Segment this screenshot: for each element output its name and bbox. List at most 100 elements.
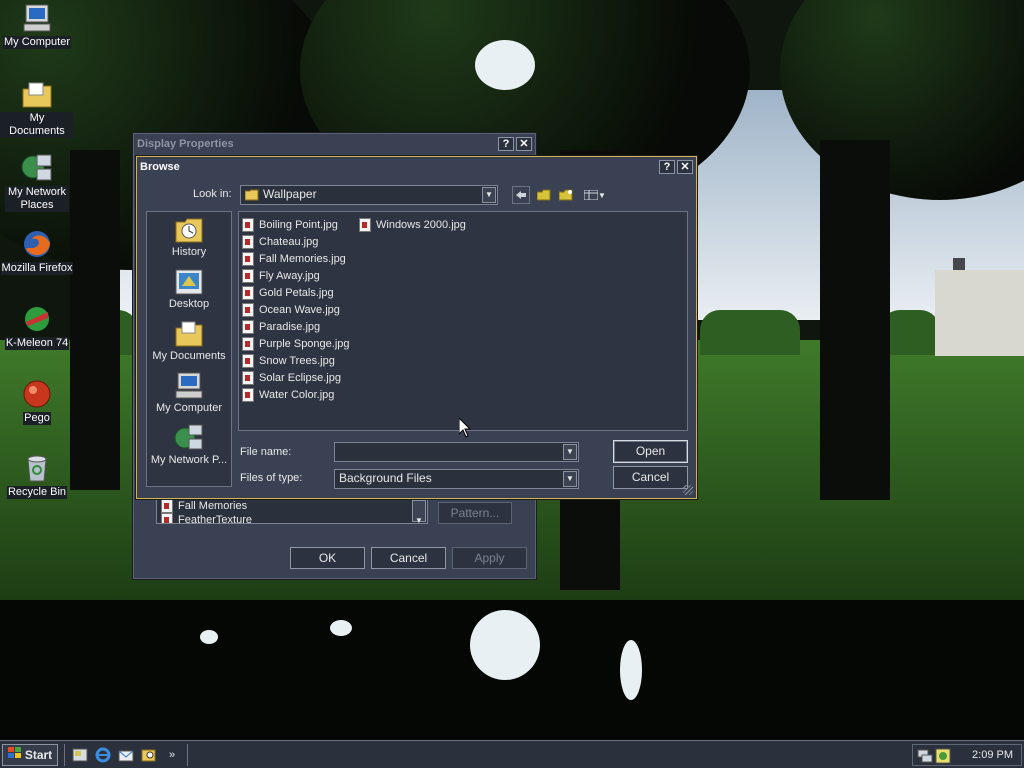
window-title: Display Properties	[137, 137, 234, 150]
image-file-icon	[242, 285, 254, 300]
place-my-network[interactable]: My Network P...	[147, 420, 231, 472]
wallpaper-tile-bottom	[0, 600, 1024, 740]
file-item[interactable]: Water Color.jpg	[242, 386, 334, 403]
desktop-icon-my-documents[interactable]: My Documents	[0, 78, 74, 138]
history-icon	[174, 216, 204, 244]
tray-app-icon[interactable]	[935, 748, 951, 767]
file-item[interactable]: Ocean Wave.jpg	[242, 301, 340, 318]
taskbar-separator	[64, 743, 66, 766]
look-in-label: Look in:	[193, 188, 232, 200]
file-item[interactable]: Paradise.jpg	[242, 318, 320, 335]
file-item[interactable]: Windows 2000.jpg	[359, 216, 466, 233]
show-desktop-icon[interactable]	[71, 746, 89, 764]
cancel-button[interactable]: Cancel	[371, 547, 446, 569]
image-file-icon	[242, 251, 254, 266]
help-button[interactable]: ?	[498, 136, 514, 151]
internet-explorer-icon[interactable]	[94, 746, 112, 764]
image-file-icon	[242, 234, 254, 249]
wallpaper-hedge	[700, 310, 800, 355]
wallpaper-list[interactable]: Fall Memories FeatherTexture ▼	[156, 498, 428, 524]
search-icon[interactable]	[140, 746, 158, 764]
place-my-documents[interactable]: My Documents	[147, 316, 231, 368]
display-properties-titlebar: Display Properties ? ✕	[134, 134, 535, 153]
wallpaper-sky-patch	[475, 40, 535, 90]
place-my-computer[interactable]: My Computer	[147, 368, 231, 420]
files-of-type-label: Files of type:	[240, 472, 303, 484]
start-button[interactable]: Start	[2, 743, 58, 766]
look-in-combo[interactable]: Wallpaper ▼	[240, 185, 498, 205]
open-button[interactable]: Open	[613, 440, 688, 463]
chevron-down-icon[interactable]: ▼	[563, 471, 577, 487]
computer-icon	[174, 372, 204, 400]
desktop-icon	[174, 268, 204, 296]
chevron-down-icon[interactable]: ▼	[563, 444, 577, 460]
file-item[interactable]: Fly Away.jpg	[242, 267, 320, 284]
list-item[interactable]: Fall Memories	[157, 499, 427, 513]
file-name-label: File name:	[240, 446, 292, 458]
file-item[interactable]: Chateau.jpg	[242, 233, 318, 250]
wallpaper-trunk	[70, 150, 120, 490]
back-icon[interactable]	[512, 186, 530, 204]
resize-grip[interactable]	[683, 485, 693, 495]
image-file-icon	[161, 513, 173, 523]
new-folder-icon[interactable]	[557, 186, 575, 204]
apply-button[interactable]: Apply	[452, 547, 527, 569]
desktop-icon-pego[interactable]: Pego	[0, 378, 74, 425]
chevron-down-icon[interactable]: ▼	[482, 187, 496, 203]
file-item[interactable]: Gold Petals.jpg	[242, 284, 334, 301]
file-name-input[interactable]: ▼	[334, 442, 579, 462]
network-tray-icon[interactable]	[917, 748, 933, 767]
place-desktop[interactable]: Desktop	[147, 264, 231, 316]
close-button[interactable]: ✕	[516, 136, 532, 151]
pego-icon	[21, 378, 53, 410]
image-file-icon	[161, 499, 173, 513]
file-item[interactable]: Purple Sponge.jpg	[242, 335, 350, 352]
file-item[interactable]: Snow Trees.jpg	[242, 352, 335, 369]
cancel-button[interactable]: Cancel	[613, 466, 688, 489]
view-menu-icon[interactable]: ▼	[582, 186, 608, 204]
outlook-express-icon[interactable]	[117, 746, 135, 764]
browse-titlebar: Browse ? ✕	[137, 157, 696, 176]
image-file-icon	[242, 370, 254, 385]
desktop-icon-recycle-bin[interactable]: Recycle Bin	[0, 452, 74, 499]
image-file-icon	[242, 217, 254, 232]
mouse-cursor-icon	[459, 418, 471, 438]
file-item[interactable]: Solar Eclipse.jpg	[242, 369, 341, 386]
system-tray: 2:09 PM	[912, 744, 1022, 766]
desktop-icon-my-network-places[interactable]: My Network Places	[0, 152, 74, 212]
image-file-icon	[242, 319, 254, 334]
image-file-icon	[359, 217, 371, 232]
firefox-icon	[21, 228, 53, 260]
files-of-type-select[interactable]: Background Files ▼	[334, 469, 579, 489]
places-bar: History Desktop My Documents My Computer…	[146, 211, 232, 487]
wallpaper-trunk	[820, 140, 890, 500]
image-file-icon	[242, 353, 254, 368]
ok-button[interactable]: OK	[290, 547, 365, 569]
image-file-icon	[242, 387, 254, 402]
kmeleon-icon	[21, 303, 53, 335]
help-button[interactable]: ?	[659, 159, 675, 174]
folder-icon	[174, 320, 204, 348]
file-item[interactable]: Fall Memories.jpg	[242, 250, 346, 267]
folder-icon	[244, 189, 259, 206]
quick-launch-chevron[interactable]: »	[163, 746, 181, 764]
pattern-button[interactable]: Pattern...	[438, 502, 512, 524]
desktop-icon-mozilla-firefox[interactable]: Mozilla Firefox	[0, 228, 74, 275]
clock[interactable]: 2:09 PM	[972, 749, 1013, 761]
scrollbar[interactable]: ▼	[412, 500, 426, 523]
taskbar-separator	[187, 743, 189, 766]
network-icon	[21, 152, 53, 184]
list-item[interactable]: FeatherTexture	[157, 513, 427, 523]
desktop-icon-k-meleon[interactable]: K-Meleon 74	[0, 303, 74, 350]
desktop-icon-my-computer[interactable]: My Computer	[0, 2, 74, 49]
place-history[interactable]: History	[147, 212, 231, 264]
recycle-bin-icon	[21, 452, 53, 484]
close-button[interactable]: ✕	[677, 159, 693, 174]
image-file-icon	[242, 302, 254, 317]
file-item[interactable]: Boiling Point.jpg	[242, 216, 338, 233]
dialog-title: Browse	[140, 160, 180, 173]
up-folder-icon[interactable]	[535, 186, 553, 204]
file-list[interactable]: Boiling Point.jpg Chateau.jpg Fall Memor…	[238, 211, 688, 431]
network-icon	[174, 424, 204, 452]
folder-icon	[21, 78, 53, 110]
